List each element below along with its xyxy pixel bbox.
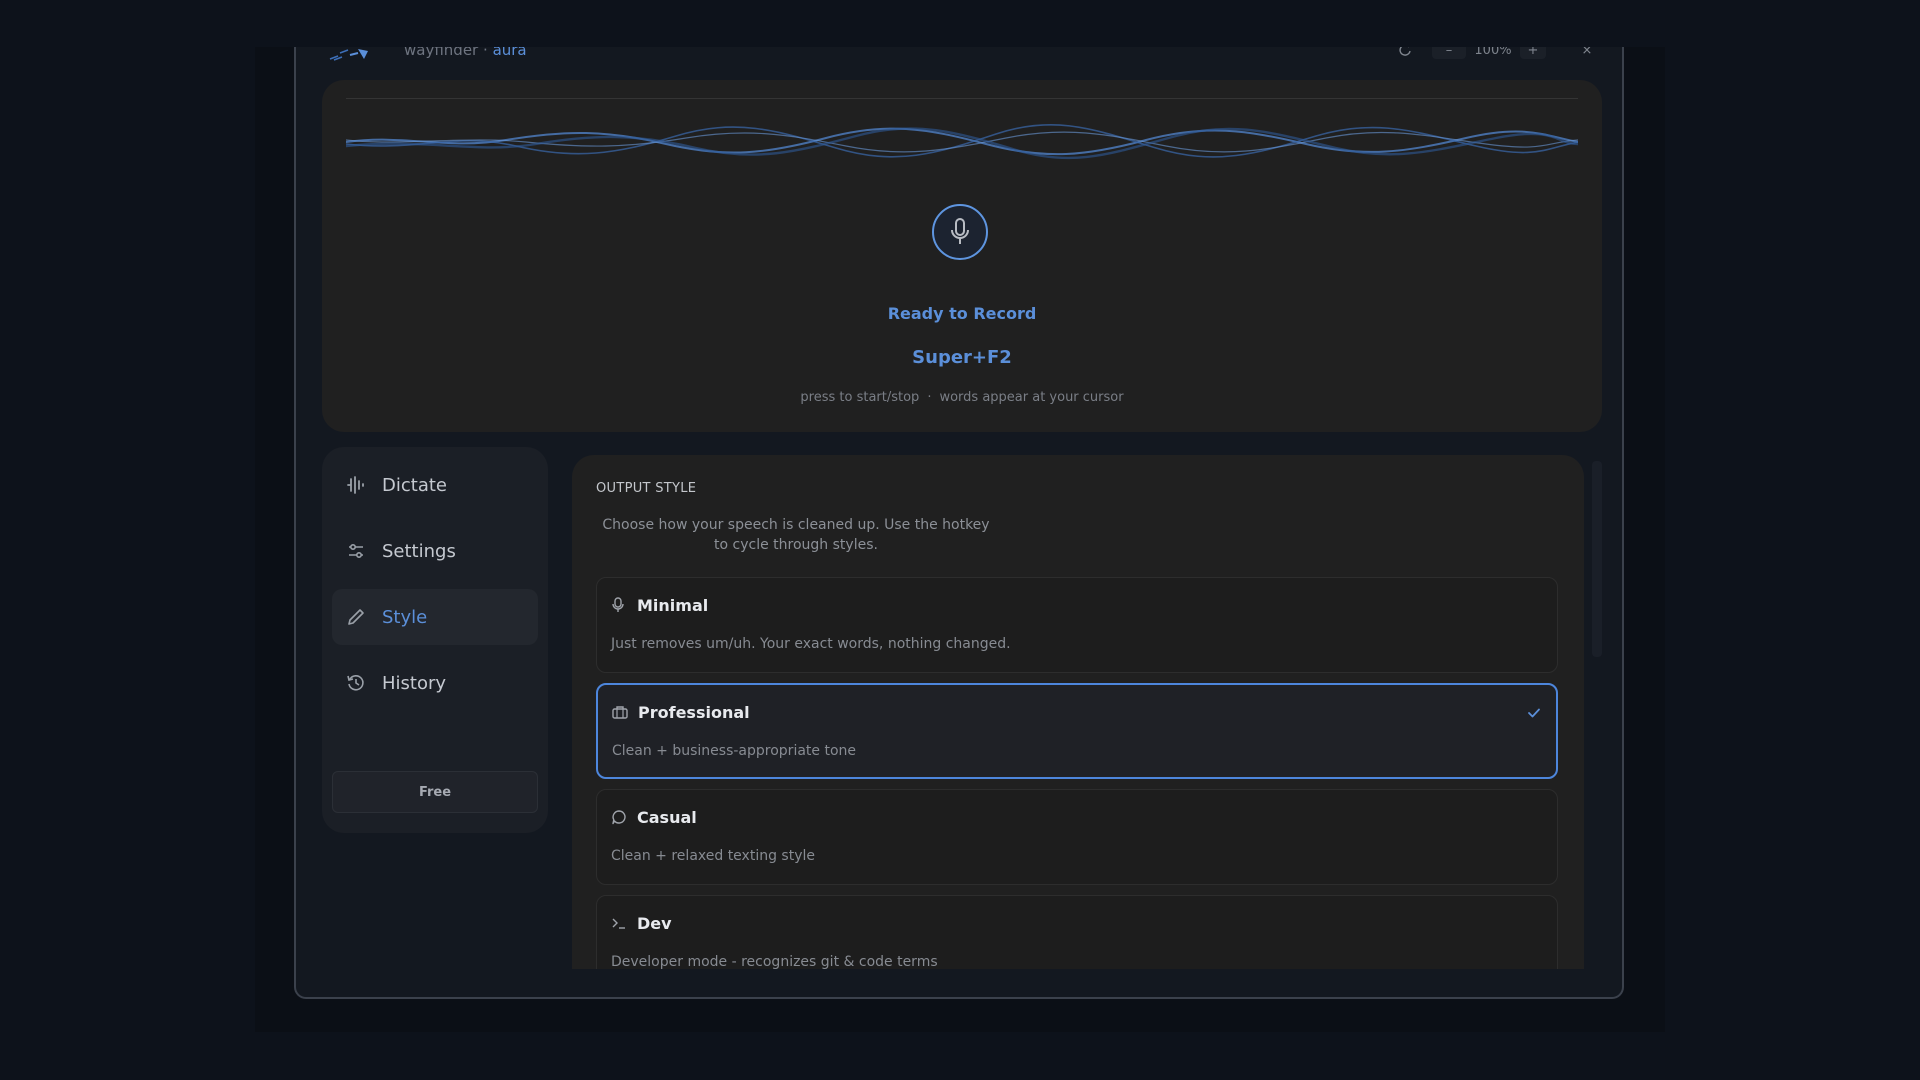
sidebar-item-history[interactable]: History (332, 655, 538, 711)
mic-icon (611, 596, 629, 614)
sidebar-item-style[interactable]: Style (332, 589, 538, 645)
style-title: Minimal (637, 596, 709, 615)
style-description: Clean + relaxed texting style (611, 848, 815, 864)
title-bar: wayfinder · aura – 100% + × (296, 47, 1622, 83)
record-button[interactable] (932, 204, 988, 260)
check-icon (1528, 708, 1540, 718)
style-panel: OUTPUT STYLE Choose how your speech is c… (572, 455, 1584, 969)
reload-icon[interactable] (1396, 47, 1414, 59)
briefcase-icon (612, 703, 630, 721)
hotkey-label: Super+F2 (912, 347, 1012, 368)
record-hint: press to start/stop · words appear at your… (322, 390, 1602, 405)
sliders-icon (346, 540, 368, 562)
hint-start-stop: press to start/stop (800, 390, 920, 405)
zoom-in-button[interactable]: + (1520, 47, 1546, 59)
waveform-icon (346, 474, 368, 496)
waveform-visualizer (346, 123, 1578, 160)
terminal-icon (611, 914, 629, 932)
record-panel: Ready to Record Super+F2 press to start/… (322, 80, 1602, 432)
app-window: wayfinder · aura – 100% + × Ready to Rec… (294, 47, 1624, 999)
sidebar-item-label: Settings (382, 540, 456, 562)
sidebar: Dictate Settings Style History Free (322, 447, 548, 833)
app-name: wayfinder (404, 47, 479, 59)
hint-separator: · (927, 390, 932, 405)
sidebar-item-label: Style (382, 606, 428, 628)
hint-cursor: words appear at your cursor (939, 390, 1124, 405)
sidebar-item-settings[interactable]: Settings (332, 523, 538, 579)
zoom-out-button[interactable]: – (1432, 47, 1466, 59)
app-title: wayfinder · aura (404, 47, 527, 59)
sidebar-item-label: Dictate (382, 474, 447, 496)
microphone-icon (951, 218, 969, 244)
style-card-minimal[interactable]: Minimal Just removes um/uh. Your exact w… (596, 577, 1558, 673)
style-title: Professional (638, 703, 750, 722)
zoom-level: 100% (1474, 47, 1512, 58)
style-title: Dev (637, 914, 672, 933)
scrollbar[interactable] (1592, 461, 1602, 657)
style-description: Developer mode - recognizes git & code t… (611, 954, 938, 969)
app-logo-icon (329, 49, 368, 61)
title-separator: · (483, 47, 488, 59)
record-status: Ready to Record (887, 304, 1037, 323)
style-title: Casual (637, 808, 697, 827)
style-description: Clean + business-appropriate tone (612, 743, 857, 759)
panel-divider (346, 98, 1578, 99)
section-label: OUTPUT STYLE (596, 481, 697, 496)
sidebar-item-dictate[interactable]: Dictate (332, 457, 538, 513)
style-description: Just removes um/uh. Your exact words, no… (611, 636, 1011, 652)
close-button[interactable]: × (1578, 47, 1596, 59)
style-card-professional[interactable]: Professional Clean + business-appropriat… (596, 683, 1558, 779)
chat-bubble-icon (611, 808, 629, 826)
style-card-casual[interactable]: Casual Clean + relaxed texting style (596, 789, 1558, 885)
pen-icon (346, 606, 368, 628)
plan-button[interactable]: Free (332, 771, 538, 813)
history-icon (346, 672, 368, 694)
product-name: aura (492, 47, 527, 59)
sidebar-item-label: History (382, 672, 447, 694)
section-description: Choose how your speech is cleaned up. Us… (602, 517, 990, 553)
style-card-dev[interactable]: Dev Developer mode - recognizes git & co… (596, 895, 1558, 969)
